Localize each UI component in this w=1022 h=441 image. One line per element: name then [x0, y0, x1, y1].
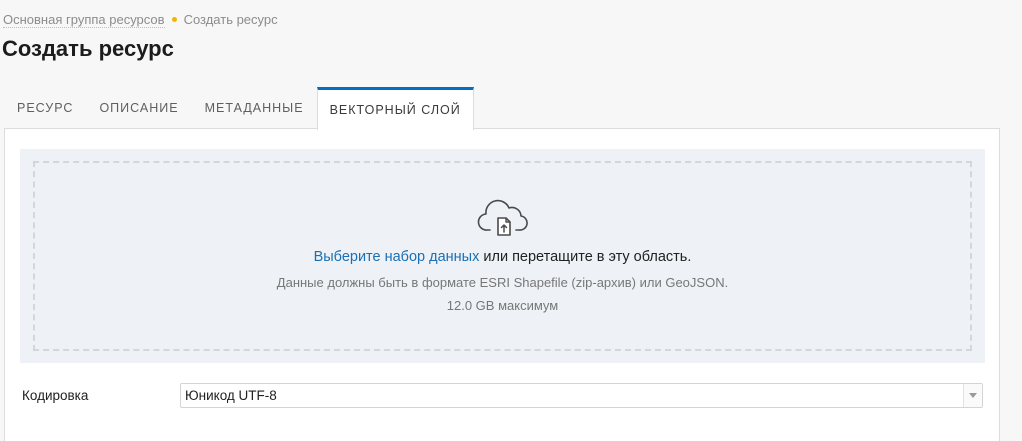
breadcrumb: Основная группа ресурсов Создать ресурс	[3, 12, 278, 28]
encoding-select[interactable]: Юникод UTF-8	[180, 383, 983, 408]
upload-zone: Выберите набор данных или перетащите в э…	[20, 149, 985, 363]
file-drop-area[interactable]: Выберите набор данных или перетащите в э…	[33, 161, 972, 351]
page-title: Создать ресурс	[2, 36, 174, 61]
chevron-down-icon	[969, 393, 977, 398]
tab-metadata[interactable]: МЕТАДАННЫЕ	[192, 87, 317, 129]
tab-description[interactable]: ОПИСАНИЕ	[86, 87, 191, 129]
tab-vector-layer[interactable]: ВЕКТОРНЫЙ СЛОЙ	[316, 87, 474, 130]
max-size-hint: 12.0 GB максимум	[446, 298, 559, 313]
upload-instruction: Выберите набор данных или перетащите в э…	[35, 249, 970, 265]
encoding-selected-value: Юникод UTF-8	[185, 388, 277, 403]
drop-hint-text: или перетащите в эту область.	[479, 249, 692, 265]
create-resource-page: Основная группа ресурсов Создать ресурс С…	[0, 0, 1022, 441]
breadcrumb-separator-icon	[171, 17, 177, 23]
tab-bar: РЕСУРС ОПИСАНИЕ МЕТАДАННЫЕ ВЕКТОРНЫЙ СЛО…	[4, 87, 474, 130]
tab-content-panel: Выберите набор данных или перетащите в э…	[4, 128, 1000, 441]
breadcrumb-link-parent-group[interactable]: Основная группа ресурсов	[3, 12, 165, 28]
encoding-label: Кодировка	[22, 388, 89, 403]
select-dataset-link[interactable]: Выберите набор данных	[314, 249, 480, 265]
cloud-upload-icon	[477, 199, 528, 236]
encoding-dropdown-button[interactable]	[963, 384, 982, 407]
format-hint: Данные должны быть в формате ESRI Shapef…	[276, 275, 729, 290]
breadcrumb-current: Создать ресурс	[183, 12, 278, 27]
tab-resource[interactable]: РЕСУРС	[4, 87, 86, 129]
